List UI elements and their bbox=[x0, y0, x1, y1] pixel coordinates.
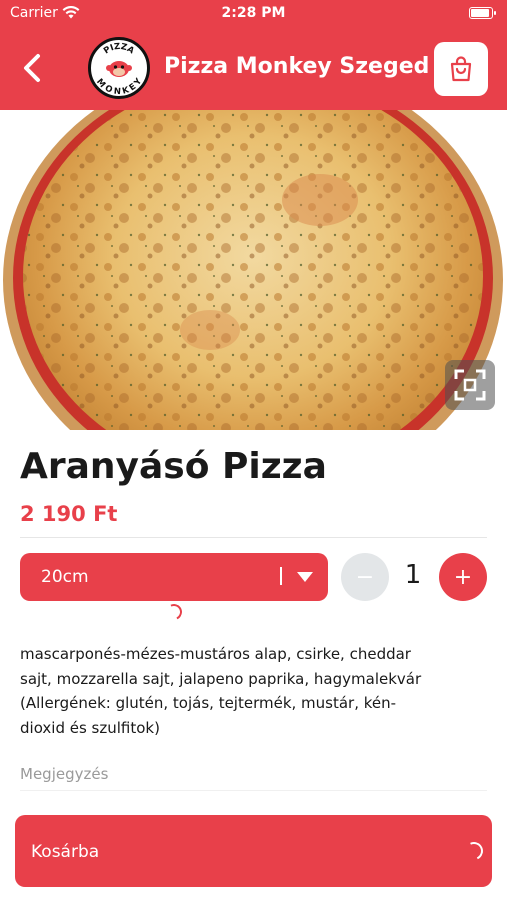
loading-spinner-icon bbox=[462, 839, 486, 863]
expand-icon bbox=[454, 369, 486, 401]
shopping-bag-icon bbox=[450, 56, 472, 82]
note-input[interactable] bbox=[20, 756, 487, 792]
logo-text-top: PIZZA bbox=[102, 42, 136, 57]
logo-text-bottom: MONKEY bbox=[94, 76, 145, 96]
app-header: PIZZA MONKEY Pizza Monkey Szeged bbox=[0, 26, 507, 110]
minus-icon: − bbox=[355, 564, 375, 590]
size-select-separator bbox=[280, 567, 282, 585]
product-price: 2 190 Ft bbox=[20, 502, 118, 526]
back-chevron-icon bbox=[24, 54, 40, 82]
product-name: Aranyásó Pizza bbox=[20, 446, 327, 487]
quantity-increment-button[interactable]: + bbox=[439, 553, 487, 601]
cart-button[interactable] bbox=[434, 42, 488, 96]
add-to-cart-label: Kosárba bbox=[31, 842, 100, 862]
status-time: 2:28 PM bbox=[221, 5, 286, 21]
expand-image-button[interactable] bbox=[445, 360, 495, 410]
battery-icon bbox=[469, 7, 496, 19]
back-button[interactable] bbox=[14, 50, 50, 86]
add-to-cart-button[interactable]: Kosárba bbox=[15, 815, 492, 887]
svg-text:PIZZA: PIZZA bbox=[102, 42, 136, 57]
restaurant-logo: PIZZA MONKEY bbox=[88, 37, 150, 99]
plus-icon: + bbox=[453, 564, 473, 590]
header-title: Pizza Monkey Szeged bbox=[164, 54, 430, 79]
quantity-value: 1 bbox=[404, 560, 422, 590]
loading-spinner-icon bbox=[163, 601, 185, 623]
size-select[interactable]: 20cm bbox=[20, 553, 328, 601]
product-image bbox=[0, 110, 507, 430]
chevron-down-icon bbox=[297, 572, 313, 582]
size-select-value: 20cm bbox=[41, 567, 89, 587]
note-underline bbox=[20, 790, 487, 791]
product-description: mascarponés-mézes-mustáros alap, csirke,… bbox=[20, 645, 422, 737]
quantity-decrement-button[interactable]: − bbox=[341, 553, 389, 601]
svg-text:MONKEY: MONKEY bbox=[94, 76, 145, 96]
status-bar: Carrier 2:28 PM bbox=[0, 0, 507, 26]
divider bbox=[20, 537, 487, 538]
